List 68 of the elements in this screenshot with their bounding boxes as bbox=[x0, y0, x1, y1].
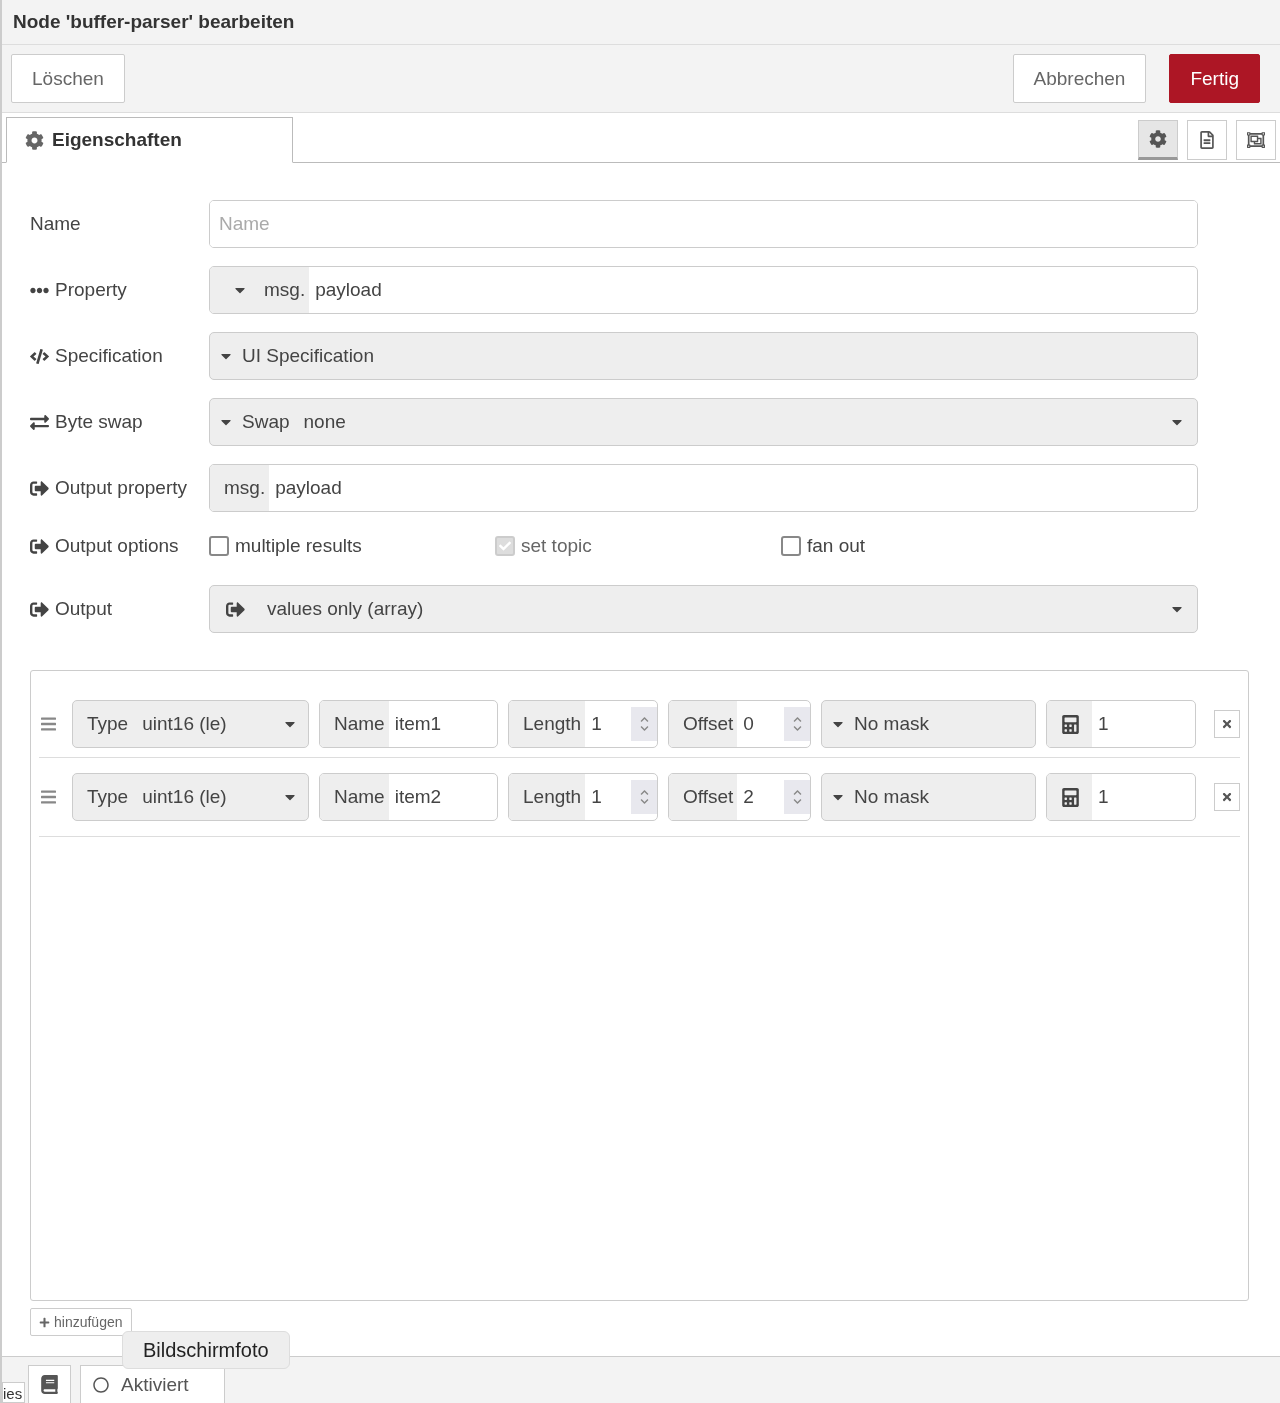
delete-button[interactable]: Löschen bbox=[11, 54, 125, 103]
checkbox[interactable] bbox=[209, 536, 229, 556]
plus-icon bbox=[39, 1316, 50, 1328]
checkbox[interactable] bbox=[781, 536, 801, 556]
scale-field[interactable]: 1 bbox=[1046, 700, 1196, 748]
drag-handle-icon[interactable] bbox=[41, 788, 56, 806]
length-field[interactable]: Length 1 bbox=[508, 700, 658, 748]
toolbar-button[interactable] bbox=[1138, 120, 1178, 160]
footer-icon-button[interactable] bbox=[28, 1365, 71, 1403]
byte-swap-select[interactable]: Swap none bbox=[209, 398, 1198, 446]
toolbar-button[interactable] bbox=[1236, 120, 1276, 160]
scale-field[interactable]: 1 bbox=[1046, 773, 1196, 821]
length-field[interactable]: Length 1 bbox=[508, 773, 658, 821]
delete-item-button[interactable] bbox=[1214, 783, 1240, 811]
code-icon bbox=[30, 346, 49, 366]
name-field[interactable]: Name item2 bbox=[319, 773, 498, 821]
option-label: multiple results bbox=[235, 535, 362, 557]
toolbar-button[interactable] bbox=[1187, 120, 1227, 160]
spinner-icon[interactable] bbox=[631, 780, 657, 814]
drag-handle-icon[interactable] bbox=[41, 715, 56, 733]
settings-icon bbox=[1149, 130, 1167, 148]
output-icon bbox=[30, 478, 49, 498]
spinner-icon[interactable] bbox=[784, 780, 810, 814]
spinner-icon[interactable] bbox=[631, 707, 657, 741]
spinner-icon[interactable] bbox=[784, 707, 810, 741]
name-field[interactable]: Name item1 bbox=[319, 700, 498, 748]
dialog-title: Node 'buffer-parser' bearbeiten bbox=[13, 11, 295, 33]
calculator-icon bbox=[1061, 787, 1080, 807]
check-icon bbox=[499, 540, 511, 552]
mask-select[interactable]: No mask bbox=[821, 773, 1036, 821]
cancel-button[interactable]: Abbrechen bbox=[1012, 54, 1147, 103]
output-icon bbox=[30, 599, 49, 619]
option-label: set topic bbox=[521, 535, 592, 557]
property-field[interactable]: msg. payload bbox=[209, 266, 1198, 314]
offset-field[interactable]: Offset 0 bbox=[668, 700, 811, 748]
name-field[interactable]: Name bbox=[209, 200, 1198, 248]
field-label: Property bbox=[30, 279, 209, 301]
side-tab[interactable]: ies bbox=[2, 1382, 26, 1403]
offset-field[interactable]: Offset 2 bbox=[668, 773, 811, 821]
field-label: Output bbox=[30, 598, 209, 620]
tab[interactable]: Eigenschaften bbox=[6, 117, 293, 163]
tooltip: Bildschirmfoto bbox=[122, 1331, 290, 1369]
output-icon bbox=[226, 599, 245, 619]
type-select[interactable]: Type uint16 (le) bbox=[72, 700, 309, 748]
mask-select[interactable]: No mask bbox=[821, 700, 1036, 748]
swap-arrows-icon bbox=[30, 412, 49, 432]
output-icon bbox=[30, 536, 49, 556]
output-select[interactable]: values only (array) bbox=[209, 585, 1198, 633]
settings-icon bbox=[25, 130, 44, 150]
field-label: Byte swap bbox=[30, 411, 209, 433]
book-icon bbox=[41, 1375, 58, 1394]
frame-icon bbox=[1247, 131, 1265, 149]
field-label: Specification bbox=[30, 345, 209, 367]
calculator-icon bbox=[1061, 714, 1080, 734]
field-label: Name bbox=[30, 213, 82, 235]
type-select[interactable]: Type uint16 (le) bbox=[72, 773, 309, 821]
add-button[interactable]: hinzufügen bbox=[30, 1308, 132, 1336]
done-button[interactable]: Fertig bbox=[1169, 54, 1260, 103]
enabled-toggle[interactable]: Aktiviert bbox=[80, 1365, 225, 1403]
delete-item-button[interactable] bbox=[1214, 710, 1240, 738]
document-icon bbox=[1198, 131, 1216, 149]
option-label: fan out bbox=[807, 535, 866, 557]
output-property-field[interactable]: msg. payload bbox=[209, 464, 1198, 512]
field-label: Output options bbox=[30, 535, 209, 557]
field-label: Output property bbox=[30, 477, 209, 499]
close-icon bbox=[1221, 718, 1233, 730]
close-icon bbox=[1221, 791, 1233, 803]
specification-select[interactable]: UI Specification bbox=[209, 332, 1198, 380]
